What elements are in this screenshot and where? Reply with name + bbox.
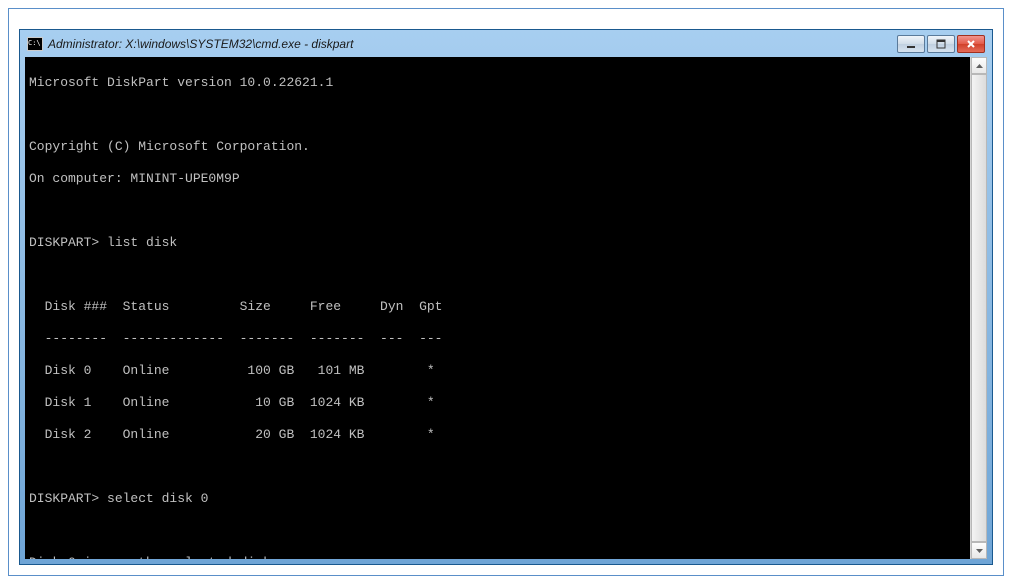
close-button[interactable] <box>957 35 985 53</box>
table-row: Disk 2 Online 20 GB 1024 KB * <box>29 427 983 443</box>
scroll-track[interactable] <box>971 74 987 542</box>
scroll-thumb[interactable] <box>971 74 987 542</box>
output-line: Disk 0 is now the selected disk. <box>29 555 983 559</box>
window-title: Administrator: X:\windows\SYSTEM32\cmd.e… <box>48 37 897 51</box>
table-row: Disk 1 Online 10 GB 1024 KB * <box>29 395 983 411</box>
outer-frame: Administrator: X:\windows\SYSTEM32\cmd.e… <box>8 8 1004 576</box>
output-line: Copyright (C) Microsoft Corporation. <box>29 139 983 155</box>
output-line: Microsoft DiskPart version 10.0.22621.1 <box>29 75 983 91</box>
table-header: Disk ### Status Size Free Dyn Gpt <box>29 299 983 315</box>
cmd-icon <box>27 37 43 51</box>
table-row: Disk 0 Online 100 GB 101 MB * <box>29 363 983 379</box>
table-divider: -------- ------------- ------- ------- -… <box>29 331 983 347</box>
maximize-button[interactable] <box>927 35 955 53</box>
output-line: On computer: MININT-UPE0M9P <box>29 171 983 187</box>
cmd-window: Administrator: X:\windows\SYSTEM32\cmd.e… <box>19 29 993 565</box>
scroll-down-button[interactable] <box>971 542 987 559</box>
scroll-up-button[interactable] <box>971 57 987 74</box>
console-text: Microsoft DiskPart version 10.0.22621.1 … <box>25 57 987 559</box>
prompt-line: DISKPART> list disk <box>29 235 983 251</box>
minimize-button[interactable] <box>897 35 925 53</box>
window-controls <box>897 35 985 53</box>
vertical-scrollbar[interactable] <box>970 57 987 559</box>
titlebar[interactable]: Administrator: X:\windows\SYSTEM32\cmd.e… <box>25 35 987 57</box>
prompt-line: DISKPART> select disk 0 <box>29 491 983 507</box>
console-area[interactable]: Microsoft DiskPart version 10.0.22621.1 … <box>25 57 987 559</box>
